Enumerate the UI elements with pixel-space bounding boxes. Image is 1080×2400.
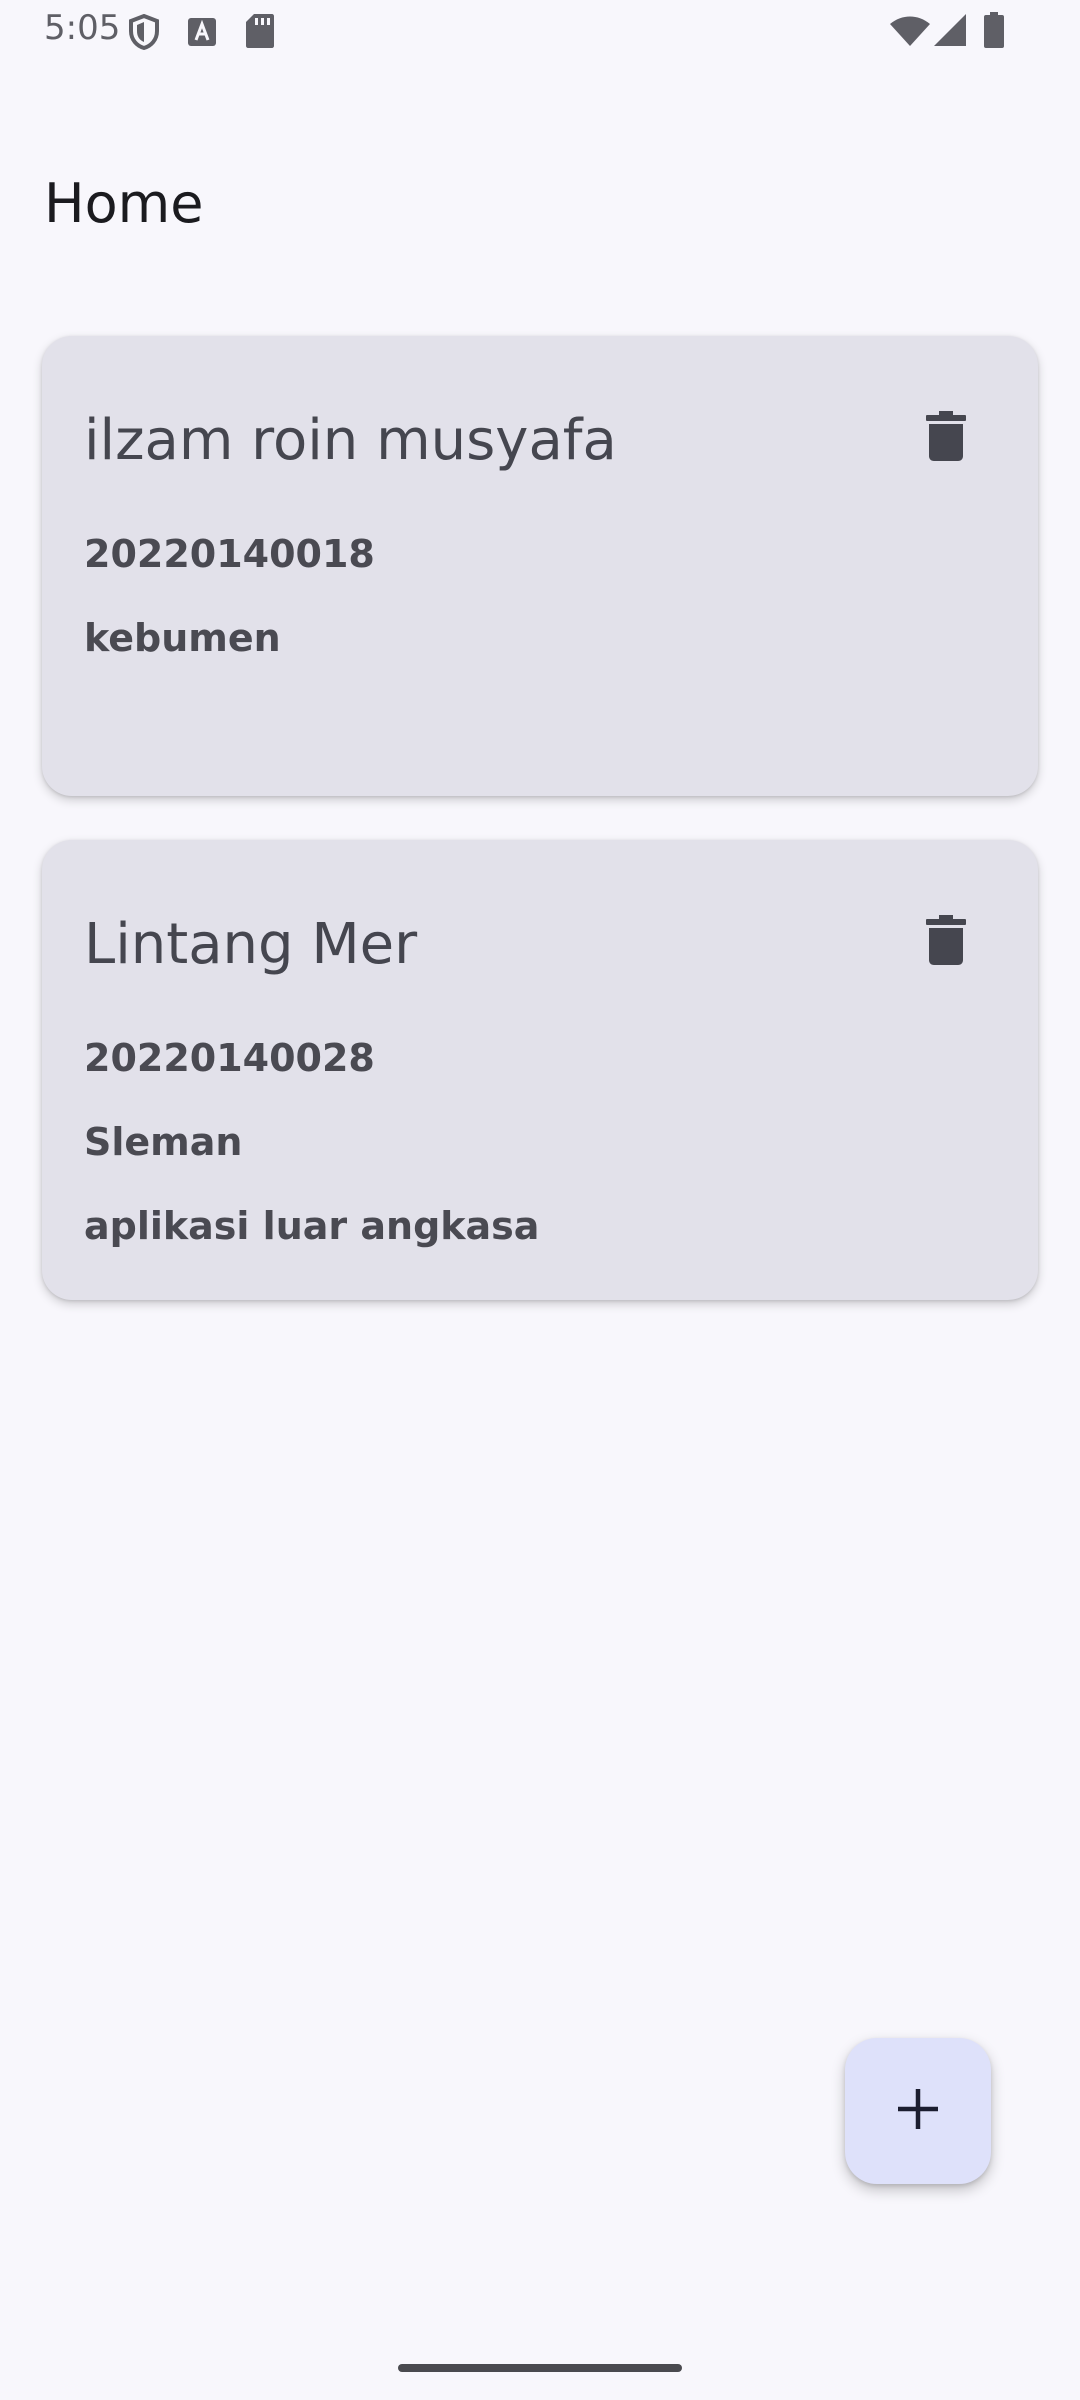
plus-icon [897,2088,939,2134]
sd-card-icon [246,14,274,53]
gesture-bar[interactable] [398,2364,682,2372]
status-time: 5:05 [44,8,121,48]
font-a-icon [188,18,216,51]
shield-icon [128,13,160,55]
student-name: Lintang Mer [84,912,418,977]
signal-icon [934,14,966,51]
student-card[interactable]: Lintang Mer 20220140028 Sleman aplikasi … [42,840,1038,1300]
student-name: ilzam roin musyafa [84,408,617,473]
delete-button[interactable] [910,906,982,978]
trash-icon [926,410,966,466]
student-address: Sleman [84,1120,243,1164]
student-note: aplikasi luar angkasa [84,1204,540,1248]
add-button[interactable] [845,2038,991,2184]
student-address: kebumen [84,616,281,660]
student-nim: 20220140018 [84,532,375,576]
screen: 5:05 Home ilzam roin musyafa 20220140018… [0,0,1080,2400]
status-bar: 5:05 [0,0,1080,64]
wifi-icon [890,16,930,51]
battery-icon [984,12,1004,53]
delete-button[interactable] [910,402,982,474]
student-card[interactable]: ilzam roin musyafa 20220140018 kebumen [42,336,1038,796]
trash-icon [926,914,966,970]
student-nim: 20220140028 [84,1036,375,1080]
page-title: Home [44,172,204,235]
